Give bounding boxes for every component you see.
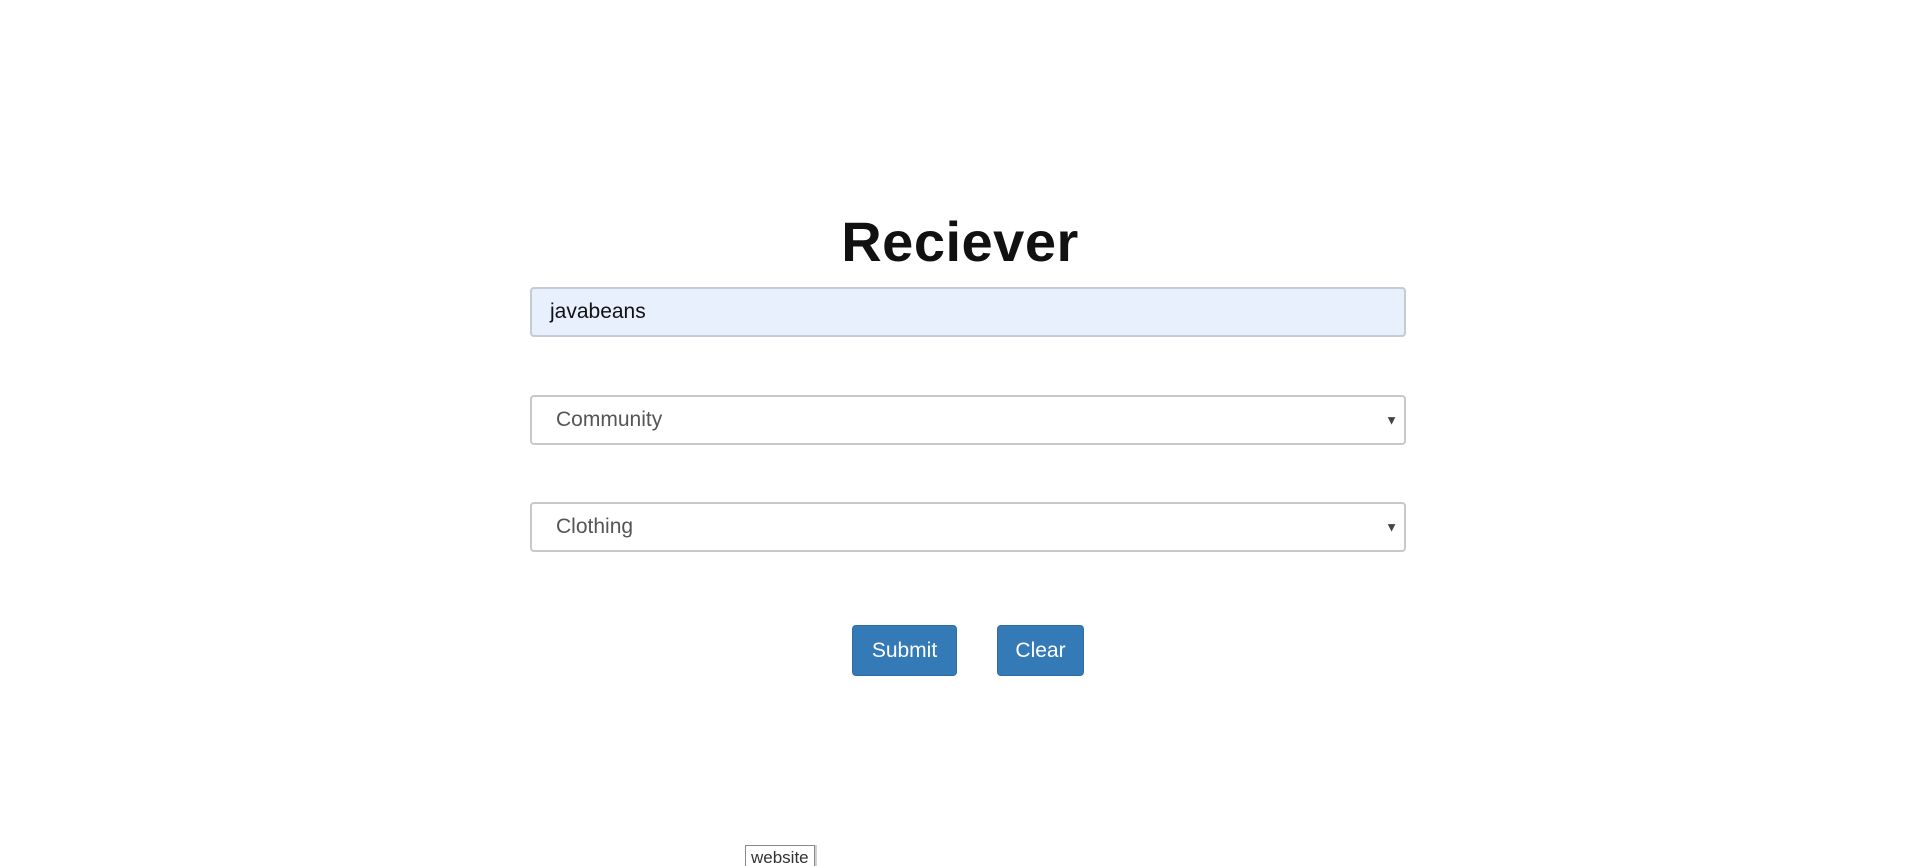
chevron-down-icon: ▼ xyxy=(1385,519,1398,535)
name-input[interactable]: javabeans xyxy=(530,287,1406,337)
clear-button[interactable]: Clear xyxy=(997,625,1084,676)
chevron-down-icon: ▼ xyxy=(1385,412,1398,428)
community-select[interactable]: Community ▼ xyxy=(530,395,1406,445)
category-select-value: Clothing xyxy=(556,515,634,538)
submit-button[interactable]: Submit xyxy=(852,625,957,676)
website-link[interactable]: website xyxy=(745,845,815,866)
community-select-value: Community xyxy=(556,408,663,431)
category-select[interactable]: Clothing ▼ xyxy=(530,502,1406,552)
page: Reciever javabeans Community ▼ Clothing … xyxy=(0,0,1920,866)
website-label: website xyxy=(751,848,809,866)
page-title: Reciever xyxy=(841,210,1079,273)
name-input-value: javabeans xyxy=(550,300,646,323)
